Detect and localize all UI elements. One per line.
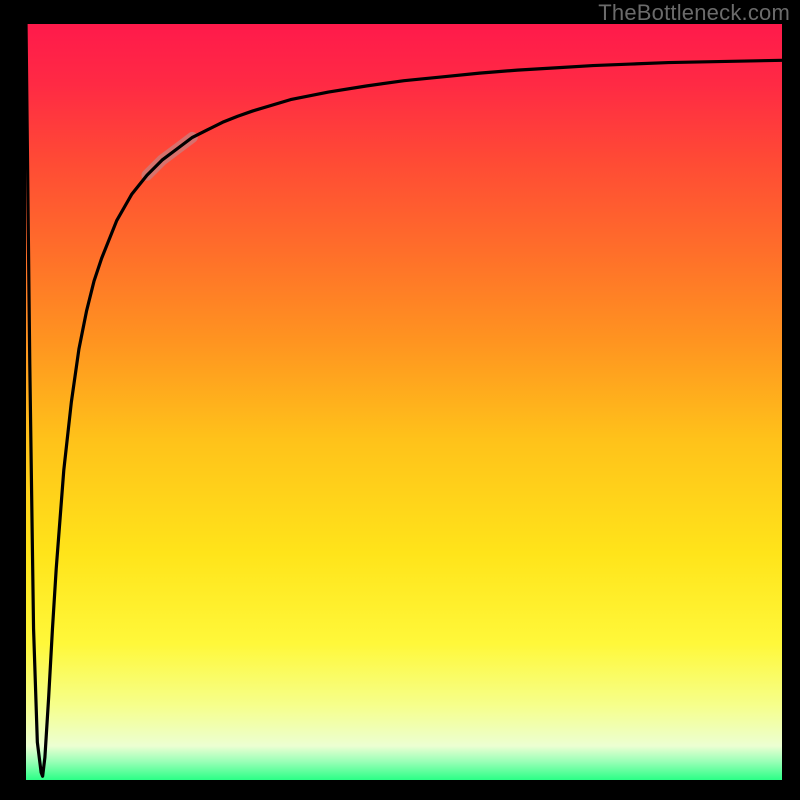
plot-frame (26, 24, 782, 780)
gradient-bg (26, 24, 782, 780)
watermark-label: TheBottleneck.com (598, 0, 790, 26)
bottleneck-chart (26, 24, 782, 780)
